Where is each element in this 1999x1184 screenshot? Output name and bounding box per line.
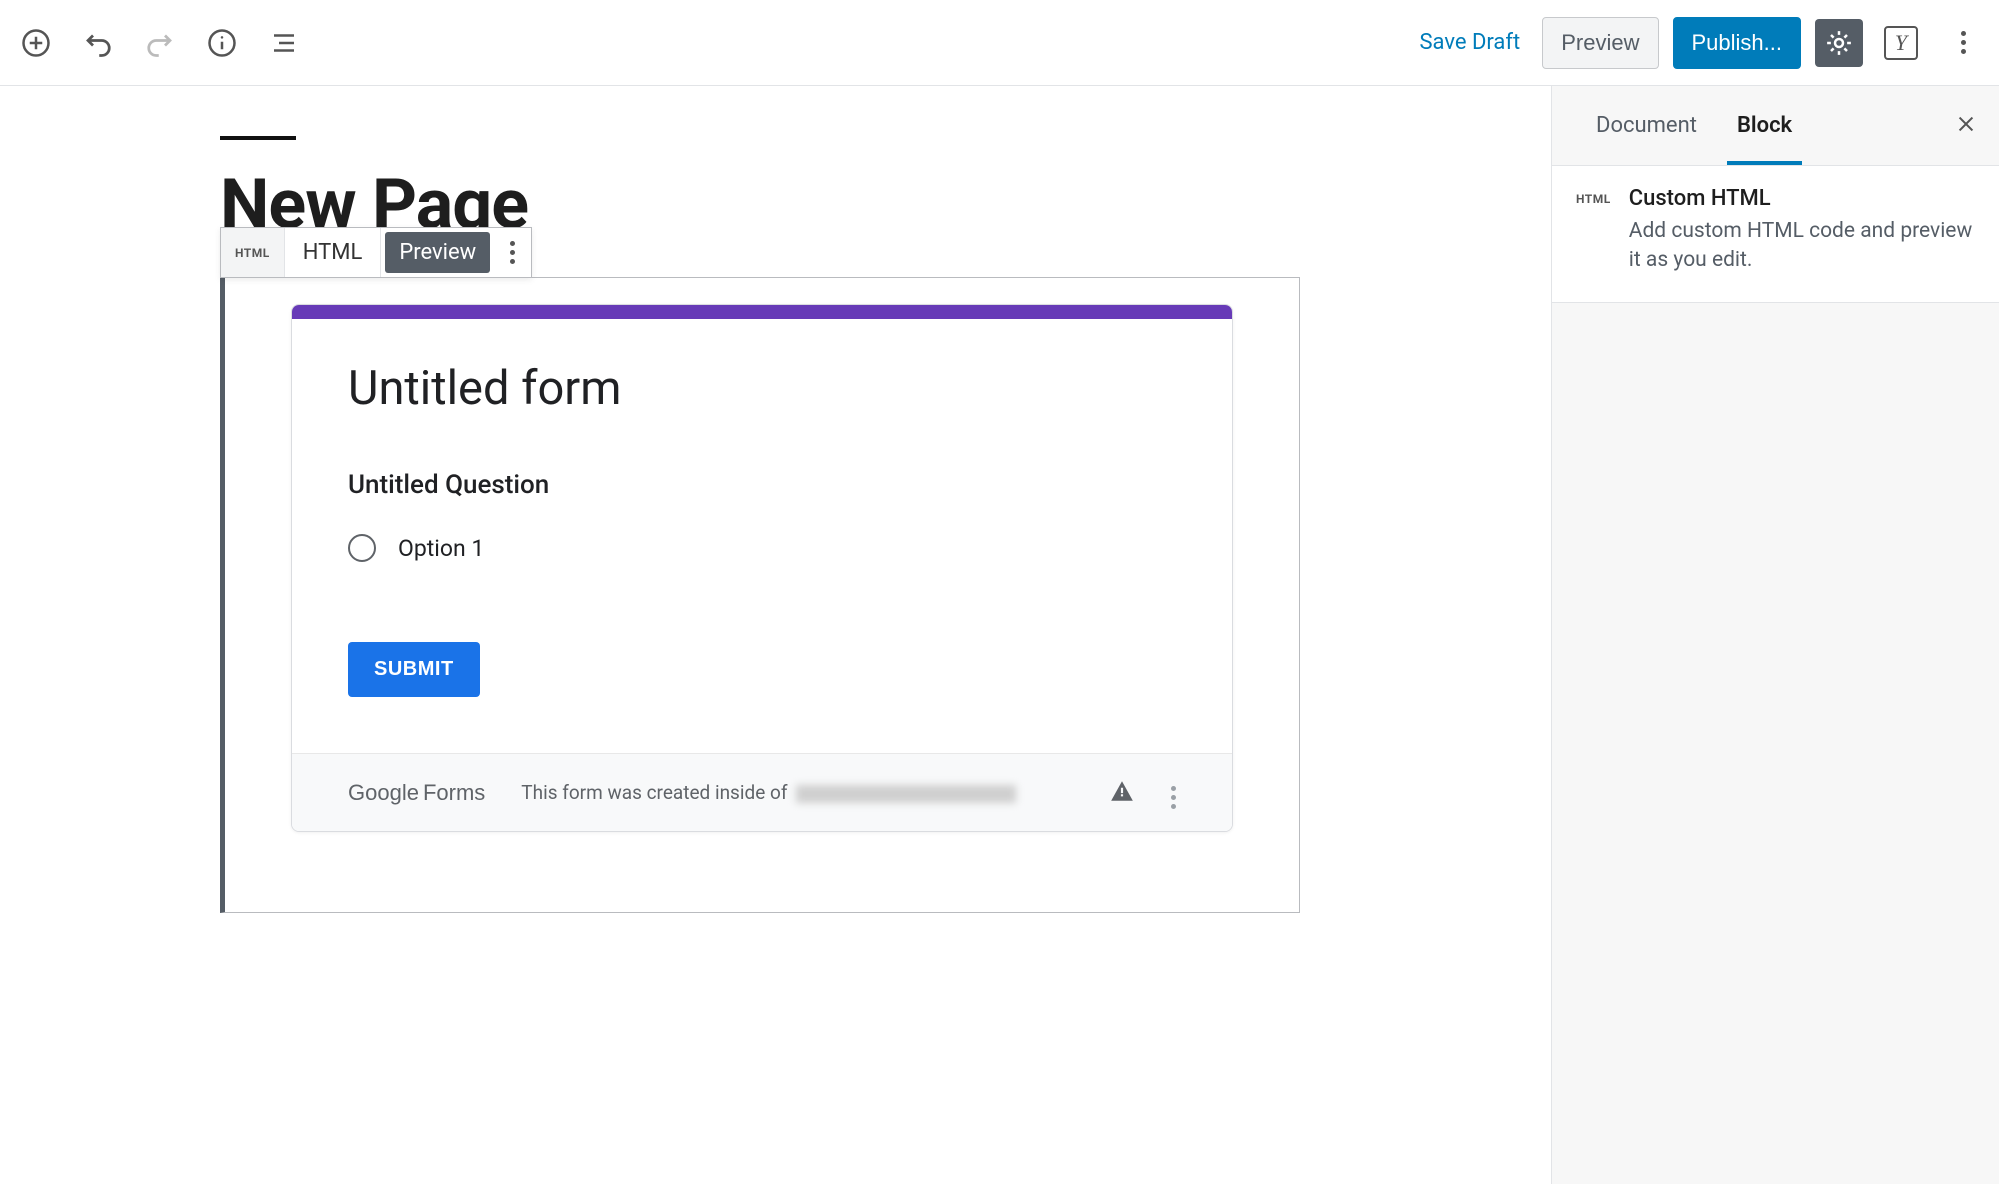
top-right-tools: Save Draft Preview Publish... Y xyxy=(1411,17,1987,69)
dots-vertical-icon xyxy=(1961,31,1966,54)
form-body: Untitled form Untitled Question Option 1… xyxy=(292,319,1232,753)
block-type-cell[interactable]: HTML xyxy=(221,228,285,277)
close-icon xyxy=(1955,113,1977,135)
editor-canvas: New Page HTML HTML Preview xyxy=(0,86,1551,1184)
undo-button[interactable] xyxy=(74,19,122,67)
undo-icon xyxy=(83,28,113,58)
redo-button[interactable] xyxy=(136,19,184,67)
radio-label: Option 1 xyxy=(398,535,484,562)
list-icon xyxy=(269,28,299,58)
google-form-card: Untitled form Untitled Question Option 1… xyxy=(291,304,1233,832)
workspace: New Page HTML HTML Preview xyxy=(0,86,1999,1184)
info-icon xyxy=(207,28,237,58)
warning-icon xyxy=(1109,778,1135,804)
publish-button[interactable]: Publish... xyxy=(1673,17,1802,69)
redo-icon xyxy=(145,28,175,58)
block-info-panel: HTML Custom HTML Add custom HTML code an… xyxy=(1552,166,1999,303)
report-abuse-button[interactable] xyxy=(1109,778,1135,808)
plus-circle-icon xyxy=(21,28,51,58)
form-footer-more[interactable] xyxy=(1171,776,1176,809)
preview-button[interactable]: Preview xyxy=(1542,17,1658,69)
block-toolbar: HTML HTML Preview xyxy=(220,227,532,278)
settings-button[interactable] xyxy=(1815,19,1863,67)
radio-icon xyxy=(348,534,376,562)
settings-sidebar: Document Block HTML Custom HTML Add cust… xyxy=(1551,86,1999,1184)
panel-description: Add custom HTML code and preview it as y… xyxy=(1629,217,1975,276)
form-title: Untitled form xyxy=(348,361,1176,416)
sidebar-close-button[interactable] xyxy=(1943,100,1989,151)
title-rule xyxy=(220,136,296,140)
title-area: New Page xyxy=(220,136,1300,237)
question-title: Untitled Question xyxy=(348,470,1176,500)
block-frame: Untitled form Untitled Question Option 1… xyxy=(220,277,1300,913)
html-badge-icon: HTML xyxy=(1576,186,1611,276)
tab-document[interactable]: Document xyxy=(1576,87,1717,164)
forms-text: Forms xyxy=(423,780,485,806)
custom-html-block[interactable]: HTML HTML Preview Untitled form Untitled… xyxy=(220,227,1300,913)
tab-block[interactable]: Block xyxy=(1717,87,1812,164)
form-accent-bar xyxy=(292,305,1232,319)
canvas-inner: New Page HTML HTML Preview xyxy=(220,136,1300,913)
google-text: Google xyxy=(348,780,419,806)
dots-vertical-icon xyxy=(1171,786,1176,809)
form-origin-text: This form was created inside of xyxy=(521,781,1016,804)
sidebar-tabs: Document Block xyxy=(1552,86,1999,166)
google-forms-logo[interactable]: Google Forms xyxy=(348,780,485,806)
block-toolbar-more[interactable] xyxy=(494,228,531,277)
yoast-button[interactable]: Y xyxy=(1877,19,1925,67)
block-tab-html[interactable]: HTML xyxy=(285,228,382,277)
more-menu-button[interactable] xyxy=(1939,19,1987,67)
top-left-tools xyxy=(12,19,308,67)
radio-option-1[interactable]: Option 1 xyxy=(348,534,1176,562)
save-draft-link[interactable]: Save Draft xyxy=(1411,30,1528,55)
info-button[interactable] xyxy=(198,19,246,67)
html-badge-icon: HTML xyxy=(235,246,270,260)
yoast-icon: Y xyxy=(1884,26,1918,60)
add-block-button[interactable] xyxy=(12,19,60,67)
submit-button[interactable]: SUBMIT xyxy=(348,642,480,697)
gear-icon xyxy=(1824,28,1854,58)
editor-top-bar: Save Draft Preview Publish... Y xyxy=(0,0,1999,86)
form-footer: Google Forms This form was created insid… xyxy=(292,753,1232,831)
dots-vertical-icon xyxy=(510,241,515,264)
redacted-text xyxy=(796,785,1016,803)
outline-button[interactable] xyxy=(260,19,308,67)
panel-title: Custom HTML xyxy=(1629,186,1975,211)
block-tab-preview[interactable]: Preview xyxy=(385,232,490,273)
